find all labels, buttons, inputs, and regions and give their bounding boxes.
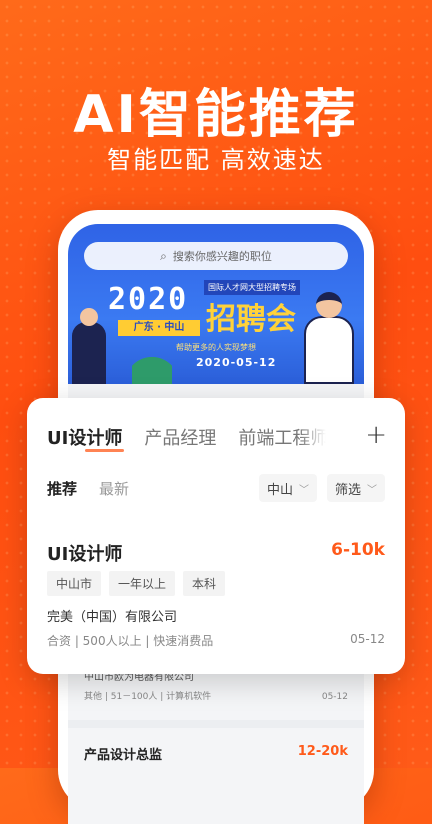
job-card-overlay: UI设计师 产品经理 前端工程师 + 推荐 最新 中山 ﹀ 筛选 ﹀ UI设计师…	[27, 398, 405, 674]
job-title[interactable]: UI设计师	[47, 540, 122, 566]
filter-dropdown-label: 筛选	[335, 482, 362, 498]
hero-subline: 智能匹配 高效速达	[107, 146, 325, 174]
sort-filters: 推荐 最新	[47, 478, 151, 499]
job-date: 05-12	[350, 632, 385, 646]
list-item-salary: 12-20k	[297, 744, 348, 759]
category-tabs: UI设计师 产品经理 前端工程师	[47, 424, 348, 452]
hero-headline: AI智能推荐	[73, 85, 359, 145]
search-placeholder: 搜索你感兴趣的职位	[172, 250, 272, 263]
city-dropdown[interactable]: 中山 ﹀	[259, 474, 318, 502]
list-item[interactable]: 产品设计总监 12-20k	[84, 744, 348, 763]
job-company[interactable]: 完美（中国）有限公司	[47, 606, 177, 625]
list-divider	[68, 720, 364, 728]
reader-illustration	[304, 292, 354, 384]
filter-latest[interactable]: 最新	[99, 478, 129, 499]
banner-tagline: 帮助更多的人实现梦想	[176, 343, 256, 352]
businessman-illustration	[72, 308, 106, 384]
tab-product-manager[interactable]: 产品经理	[144, 424, 216, 450]
city-dropdown-label: 中山	[267, 482, 294, 498]
banner-location: 广东 · 中山	[118, 320, 200, 336]
chevron-down-icon: ﹀	[367, 484, 378, 496]
filter-dropdown[interactable]: 筛选 ﹀	[327, 474, 386, 502]
plant-illustration	[132, 344, 172, 384]
banner-year: 2020	[108, 282, 189, 317]
job-company-meta: 合资 | 500人以上 | 快速消费品	[47, 634, 214, 648]
recruitment-banner[interactable]: ⌕ 搜索你感兴趣的职位 2020 广东 · 中山 国际人才网大型招聘专场 招聘会…	[68, 224, 364, 384]
job-tag: 本科	[183, 571, 226, 596]
list-item-date: 05-12	[321, 692, 348, 702]
add-category-button[interactable]: +	[365, 420, 387, 450]
chevron-down-icon: ﹀	[299, 484, 310, 496]
search-icon: ⌕	[160, 248, 167, 263]
banner-date: 2020-05-12	[196, 356, 277, 369]
banner-note: 国际人才网大型招聘专场	[204, 280, 300, 295]
job-tag: 中山市	[47, 571, 102, 596]
job-tags: 中山市 一年以上 本科	[47, 571, 233, 596]
search-bar[interactable]: ⌕ 搜索你感兴趣的职位	[84, 242, 348, 270]
filter-recommended[interactable]: 推荐	[47, 478, 77, 499]
list-item-meta: 其他 | 51－100人 | 计算机软件	[84, 692, 212, 702]
job-salary: 6-10k	[331, 540, 385, 560]
job-tag: 一年以上	[109, 571, 176, 596]
banner-headline: 招聘会	[206, 302, 296, 337]
tab-ui-designer[interactable]: UI设计师	[47, 424, 125, 452]
tab-frontend-engineer[interactable]: 前端工程师	[238, 424, 326, 450]
